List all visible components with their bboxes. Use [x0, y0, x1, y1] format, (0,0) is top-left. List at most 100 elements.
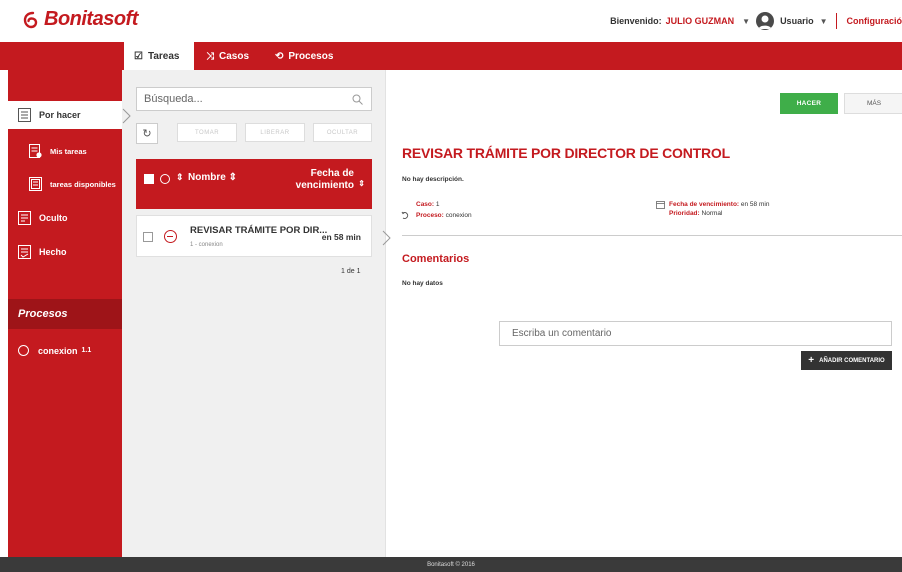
- chevron-down-icon[interactable]: ▼: [820, 17, 828, 26]
- avatar[interactable]: [756, 12, 775, 30]
- priority-minus-icon: [164, 230, 177, 243]
- section-divider: [402, 235, 902, 236]
- process-version: 1.1: [81, 347, 92, 354]
- task-due: en 58 min: [321, 232, 361, 242]
- user-menu-area: Bienvenido: JULIO GUZMAN ▼ Usuario ▼ Con…: [610, 10, 902, 32]
- task-detail-title: REVISAR TRÁMITE POR DIRECTOR DE CONTROL: [402, 145, 730, 161]
- bonitasoft-logo[interactable]: Bonitasoft: [20, 8, 138, 31]
- process-info: Proceso: conexion: [416, 212, 472, 219]
- sidebar-item-tareas-disponibles[interactable]: tareas disponibles: [8, 177, 122, 191]
- inbox-icon: [18, 108, 31, 122]
- refresh-button[interactable]: ↻: [136, 123, 158, 144]
- available-tasks-icon: [29, 177, 42, 191]
- priority-value: Normal: [701, 210, 723, 217]
- footer: Bonitasoft © 2016: [0, 557, 902, 572]
- comment-input[interactable]: [512, 328, 882, 339]
- more-button[interactable]: MÁS: [844, 93, 902, 114]
- tab-procesos[interactable]: ⟲ Procesos: [275, 42, 333, 70]
- sidebar-item-por-hacer[interactable]: Por hacer: [8, 101, 122, 129]
- search-input[interactable]: [144, 93, 344, 105]
- do-task-button[interactable]: HACER: [780, 93, 838, 114]
- tab-casos[interactable]: ⤨ Casos: [206, 42, 249, 70]
- footer-text: Bonitasoft © 2016: [427, 561, 475, 568]
- app-header: Bonitasoft Bienvenido: JULIO GUZMAN ▼ Us…: [0, 0, 902, 42]
- add-comment-label: AÑADIR COMENTARIO: [819, 357, 885, 364]
- sort-icon[interactable]: ⇕: [176, 172, 184, 183]
- process-icon: ⟲: [275, 50, 284, 62]
- sidebar-item-oculto[interactable]: Oculto: [8, 211, 122, 225]
- process-label: Proceso:: [416, 212, 444, 219]
- chevron-right-icon[interactable]: [122, 108, 132, 124]
- column-label-line2: vencimiento: [295, 180, 354, 191]
- task-subtitle: 1 - conexion: [190, 242, 223, 248]
- sort-icon: ⇕: [228, 172, 237, 183]
- sort-icon[interactable]: ⇕: [358, 179, 365, 188]
- sidebar-item-hecho[interactable]: Hecho: [8, 245, 122, 259]
- sidebar-process-conexion[interactable]: conexion 1.1: [18, 345, 91, 356]
- name-column-header[interactable]: Nombre ⇕: [188, 172, 237, 183]
- tab-label: Tareas: [147, 50, 180, 62]
- take-button[interactable]: TOMAR: [177, 123, 237, 142]
- sidebar-item-label: Hecho: [39, 247, 67, 257]
- comment-box: [499, 321, 892, 346]
- calendar-icon: [656, 201, 665, 209]
- sidebar-item-label: Oculto: [39, 213, 68, 223]
- comments-empty-text: No hay datos: [402, 280, 443, 287]
- case-value: 1: [435, 201, 440, 208]
- tab-label: Procesos: [288, 50, 334, 62]
- comments-title: Comentarios: [402, 253, 470, 265]
- task-title: REVISAR TRÁMITE POR DIR...: [190, 225, 328, 236]
- task-detail-panel: HACER MÁS REVISAR TRÁMITE POR DIRECTOR D…: [385, 70, 902, 557]
- user-name-dropdown[interactable]: JULIO GUZMAN: [666, 16, 735, 26]
- search-box: [136, 87, 372, 111]
- sidebar-item-mis-tareas[interactable]: Mis tareas: [8, 144, 122, 158]
- process-value: conexion: [445, 212, 472, 219]
- priority-label: Prioridad:: [669, 210, 700, 217]
- configuration-link[interactable]: Configuració: [847, 16, 902, 26]
- user-icon: [758, 15, 772, 29]
- sidebar: Por hacer Mis tareas tareas disponibles …: [8, 70, 122, 557]
- column-label: Nombre: [188, 172, 226, 183]
- sidebar-item-label: Por hacer: [39, 110, 81, 120]
- case-label: Caso:: [416, 201, 435, 208]
- tab-label: Casos: [219, 50, 250, 62]
- plus-icon: +: [808, 355, 815, 366]
- add-comment-button[interactable]: + AÑADIR COMENTARIO: [801, 351, 892, 370]
- process-status-icon: [18, 345, 29, 356]
- hidden-icon: [18, 211, 31, 225]
- done-icon: [18, 245, 31, 259]
- task-row[interactable]: REVISAR TRÁMITE POR DIR... 1 - conexion …: [136, 215, 372, 257]
- task-checkbox[interactable]: [143, 232, 153, 242]
- user-role-dropdown[interactable]: Usuario: [780, 16, 814, 26]
- bonitasoft-logo-icon: [23, 11, 38, 28]
- due-label: Fecha de vencimiento:: [669, 201, 740, 208]
- logo-text: Bonitasoft: [44, 8, 138, 30]
- header-divider: [835, 13, 837, 29]
- welcome-label: Bienvenido:: [610, 16, 662, 26]
- process-name: conexion: [38, 345, 78, 356]
- select-all-checkbox[interactable]: [144, 174, 154, 184]
- tab-tareas[interactable]: ☑ Tareas: [124, 42, 194, 70]
- refresh-icon: ↻: [142, 128, 152, 140]
- priority-info: Prioridad: Normal: [669, 210, 722, 217]
- chevron-down-icon[interactable]: ▼: [742, 17, 750, 26]
- due-value: en 58 min: [740, 201, 770, 208]
- task-list-panel: ↻ TOMAR LIBERAR OCULTAR ⇕ Nombre ⇕ Fecha…: [122, 70, 385, 557]
- state-filter-icon[interactable]: [160, 174, 170, 184]
- processes-section-title: Procesos: [8, 299, 122, 329]
- task-description: No hay descripción.: [402, 176, 464, 183]
- case-info: Caso: 1: [416, 201, 440, 208]
- due-date-info: Fecha de vencimiento: en 58 min: [669, 201, 769, 208]
- pagination-label: 1 de 1: [341, 268, 361, 275]
- process-icon: [401, 211, 409, 219]
- search-icon[interactable]: [352, 94, 363, 105]
- checkbox-icon: ☑: [134, 50, 143, 62]
- hide-button[interactable]: OCULTAR: [313, 123, 372, 142]
- chevron-right-icon[interactable]: [382, 230, 392, 246]
- column-label-line1: Fecha de: [310, 168, 354, 179]
- my-tasks-icon: [29, 144, 42, 158]
- sidebar-item-label: tareas disponibles: [50, 179, 116, 189]
- due-date-column-header[interactable]: Fecha de vencimiento: [296, 168, 354, 192]
- sidebar-item-label: Mis tareas: [50, 146, 87, 156]
- release-button[interactable]: LIBERAR: [245, 123, 305, 142]
